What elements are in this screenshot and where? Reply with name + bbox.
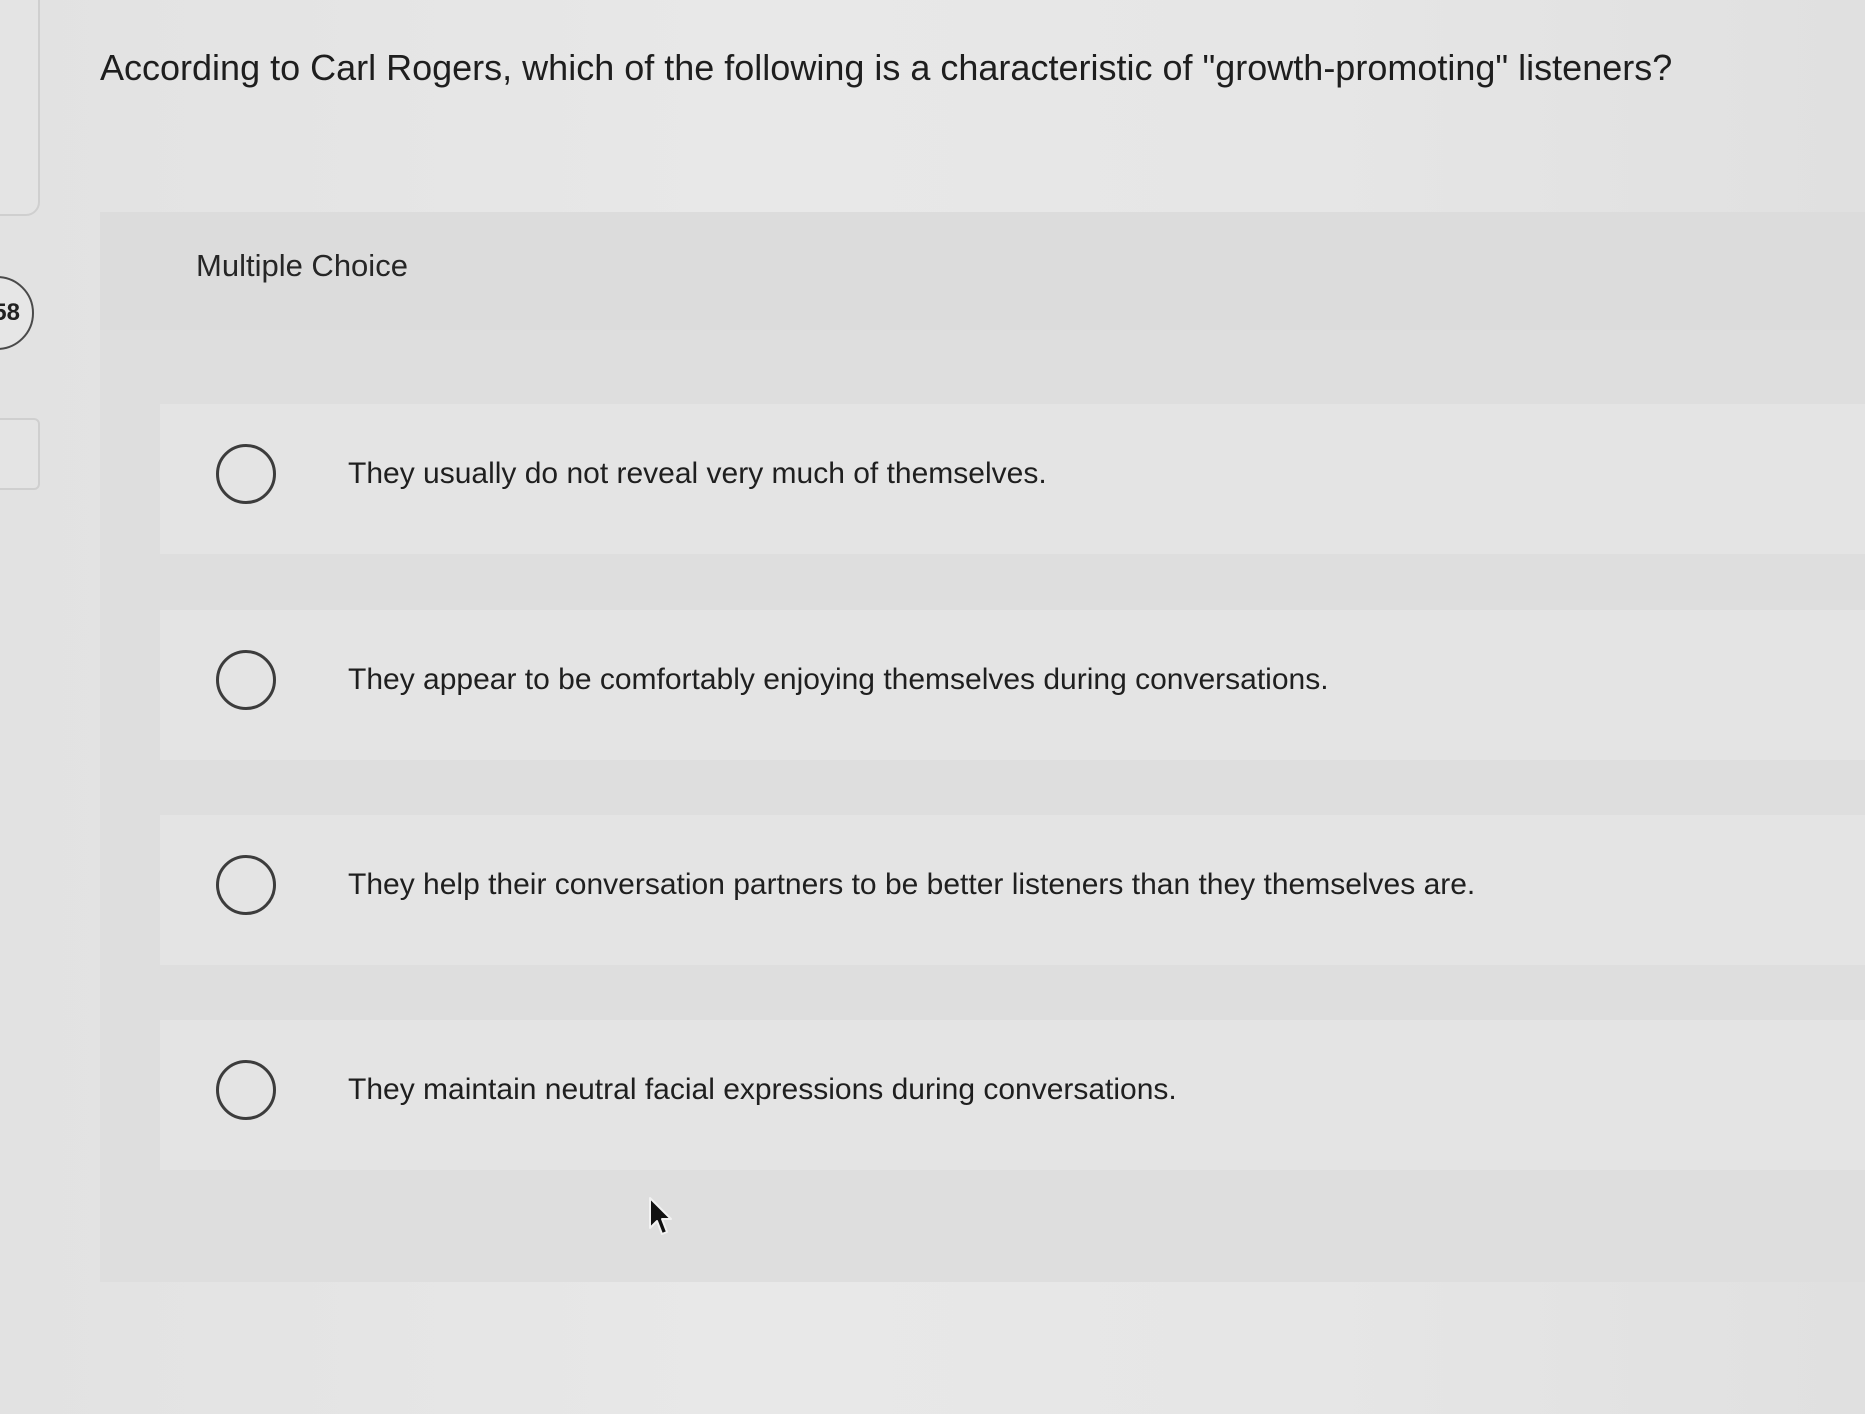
answer-option-text: They maintain neutral facial expressions… bbox=[348, 1073, 1177, 1106]
radio-button-unchecked-icon[interactable] bbox=[216, 650, 276, 710]
answer-option-text: They help their conversation partners to… bbox=[348, 868, 1476, 901]
left-navigation-panel-edge bbox=[0, 0, 40, 216]
answer-option-4[interactable]: They maintain neutral facial expressions… bbox=[160, 1020, 1865, 1170]
question-prompt: According to Carl Rogers, which of the f… bbox=[100, 47, 1673, 88]
answer-option-1[interactable]: They usually do not reveal very much of … bbox=[160, 404, 1865, 554]
multiple-choice-label: Multiple Choice bbox=[196, 248, 408, 283]
answer-option-text: They usually do not reveal very much of … bbox=[348, 457, 1047, 490]
answer-option-text: They appear to be comfortably enjoying t… bbox=[348, 663, 1329, 696]
choice-panel-header: Multiple Choice bbox=[100, 212, 1865, 330]
left-flag-box-edge bbox=[0, 418, 40, 490]
multiple-choice-panel: Multiple Choice They usually do not reve… bbox=[100, 212, 1865, 1282]
answer-option-3[interactable]: They help their conversation partners to… bbox=[160, 815, 1865, 965]
radio-button-unchecked-icon[interactable] bbox=[216, 855, 276, 915]
question-number: 58 bbox=[0, 299, 20, 326]
mouse-pointer-icon bbox=[649, 1197, 672, 1235]
radio-button-unchecked-icon[interactable] bbox=[216, 444, 276, 504]
answer-option-2[interactable]: They appear to be comfortably enjoying t… bbox=[160, 610, 1865, 760]
radio-button-unchecked-icon[interactable] bbox=[216, 1060, 276, 1120]
